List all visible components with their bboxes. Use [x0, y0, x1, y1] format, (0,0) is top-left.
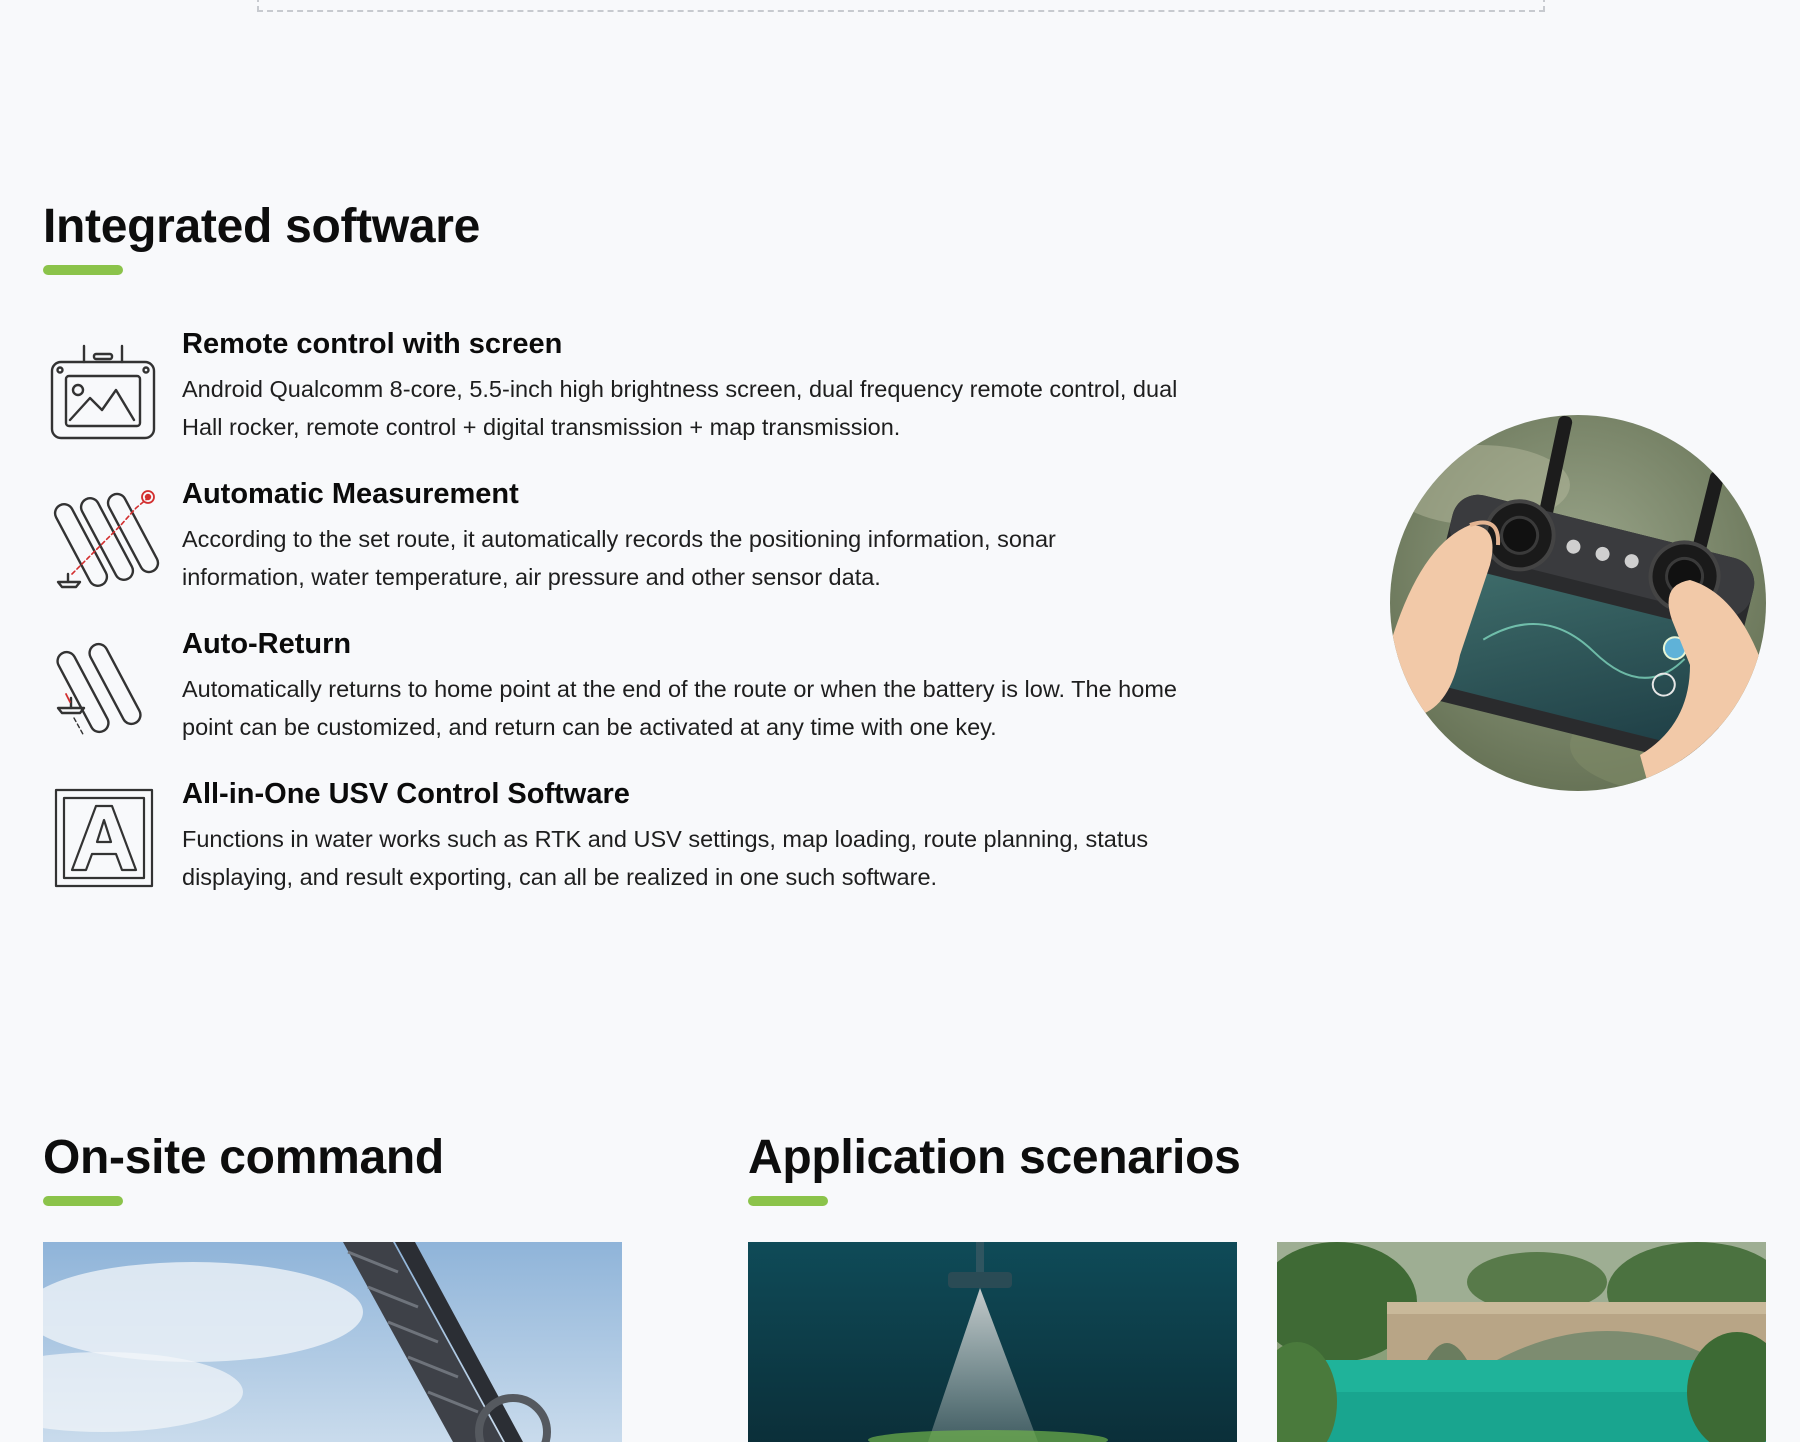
underwater-sonar-photo	[748, 1242, 1237, 1442]
title-accent-bar	[43, 1196, 123, 1206]
feature-title: All-in-One USV Control Software	[182, 778, 630, 810]
feature-title: Remote control with screen	[182, 328, 563, 360]
remote-controller-icon	[44, 332, 160, 444]
feature-title: Automatic Measurement	[182, 478, 519, 510]
feature-description: Android Qualcomm 8-core, 5.5-inch high b…	[182, 376, 1178, 440]
auto-return-icon	[44, 632, 160, 744]
remote-controller-photo	[1390, 415, 1766, 791]
route-measurement-icon	[44, 482, 160, 594]
feature-automatic-measurement: Automatic Measurement According to the s…	[44, 478, 1174, 598]
feature-usv-software: All-in-One USV Control Software Function…	[44, 778, 1174, 898]
feature-description: Automatically returns to home point at t…	[182, 676, 1177, 740]
software-app-icon	[44, 782, 160, 894]
feature-description: Functions in water works such as RTK and…	[182, 826, 1149, 890]
section-title-software: Integrated software	[43, 200, 481, 253]
lake-bridge-photo	[1277, 1242, 1766, 1442]
title-accent-bar	[43, 265, 123, 275]
feature-auto-return: Auto-Return Automatically returns to hom…	[44, 628, 1177, 748]
section-title-scenarios: Application scenarios	[748, 1131, 1241, 1184]
bridge-steel-structure-photo	[43, 1242, 622, 1442]
feature-remote-control: Remote control with screen Android Qualc…	[44, 328, 1177, 448]
title-accent-bar	[748, 1196, 828, 1206]
feature-description: According to the set route, it automatic…	[182, 526, 1056, 590]
feature-title: Auto-Return	[182, 628, 352, 660]
section-title-onsite: On-site command	[43, 1131, 444, 1184]
dashed-frame	[257, 0, 1545, 12]
